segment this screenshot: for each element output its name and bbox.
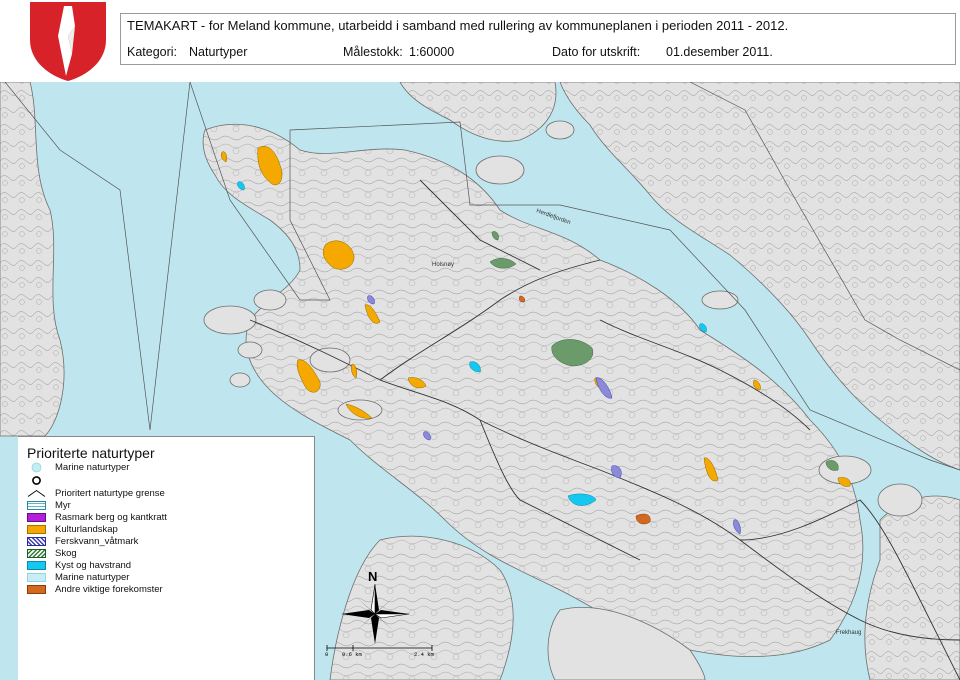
- boundary-line-icon: [27, 489, 46, 497]
- scale-bar: 0 0.6 km 2.4 km: [325, 645, 435, 658]
- myr-swatch: [27, 500, 46, 510]
- legend-item-skog: Skog: [27, 547, 77, 559]
- north-arrow-icon: N: [341, 569, 410, 644]
- category-label: Kategori:: [127, 45, 178, 59]
- skog-swatch: [27, 548, 46, 558]
- place-label-holsnoy: Holsnøy: [432, 262, 454, 268]
- place-label-frekhaug: Frekhaug: [836, 630, 861, 636]
- ring-icon: [32, 476, 41, 485]
- legend-item-ferskvann: Ferskvann_våtmark: [27, 535, 138, 547]
- legend-item-myr: Myr: [27, 499, 71, 511]
- kyst-swatch: [27, 560, 46, 570]
- legend-item-marine: Marine naturtyper: [27, 571, 129, 583]
- andre-swatch: [27, 584, 46, 594]
- scale-tick-1: 0.6 km: [342, 651, 363, 658]
- marine-swatch: [27, 572, 46, 582]
- legend-item-kyst: Kyst og havstrand: [27, 559, 131, 571]
- map-legend: Prioriterte naturtyper Marine naturtyper…: [18, 436, 315, 680]
- coat-of-arms-icon: [30, 2, 106, 81]
- legend-item-andre: Andre viktige forekomster: [27, 583, 163, 595]
- kulturlandskap-swatch: [27, 524, 46, 534]
- scale-tick-0: 0: [325, 651, 328, 658]
- scale-tick-2: 2.4 km: [414, 651, 435, 658]
- map-title: TEMAKART - for Meland kommune, utarbeidd…: [127, 18, 789, 33]
- rasmark-swatch: [27, 512, 46, 522]
- north-label: N: [368, 569, 377, 584]
- date-label: Dato for utskrift:: [552, 45, 641, 59]
- ferskvann-swatch: [27, 536, 46, 546]
- map-header: TEMAKART - for Meland kommune, utarbeidd…: [120, 13, 956, 65]
- legend-item-rasmark: Rasmark berg og kantkratt: [27, 511, 167, 523]
- scale-value: 1:60000: [409, 45, 455, 59]
- marine-point-icon: [31, 462, 42, 473]
- legend-item-kulturlandskap: Kulturlandskap: [27, 523, 118, 535]
- legend-item-point-ring: [27, 474, 55, 486]
- legend-item-marine-point: Marine naturtyper: [27, 461, 129, 473]
- legend-item-boundary: Prioritert naturtype grense: [27, 487, 165, 499]
- category-value: Naturtyper: [189, 45, 248, 59]
- legend-title: Prioriterte naturtyper: [27, 445, 155, 461]
- scale-label: Målestokk:: [343, 45, 403, 59]
- date-value: 01.desember 2011.: [666, 45, 773, 59]
